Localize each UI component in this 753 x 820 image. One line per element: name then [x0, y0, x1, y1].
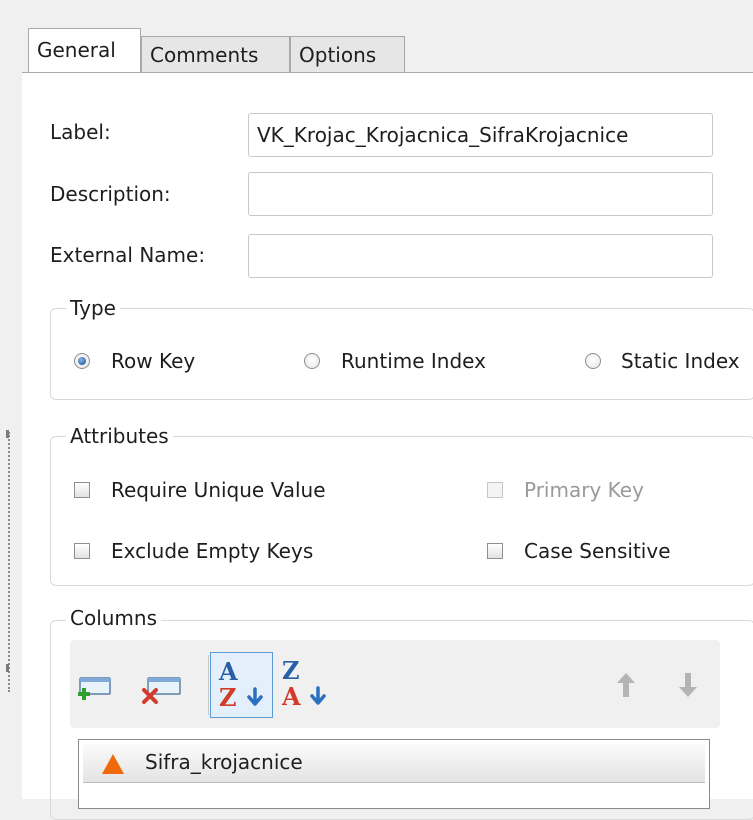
tab-comments[interactable]: Comments — [141, 36, 290, 72]
sort-descending-top-letter: Z — [282, 656, 300, 685]
sort-ascending-button[interactable]: A Z — [210, 652, 273, 718]
columns-group-title: Columns — [66, 606, 162, 630]
description-input[interactable] — [248, 172, 713, 216]
column-name: Sifra_krojacnice — [145, 750, 303, 774]
external-name-caption: External Name: — [50, 243, 206, 267]
arrow-down-icon — [247, 687, 263, 706]
exclude-empty-keys-label[interactable]: Exclude Empty Keys — [111, 539, 313, 563]
sort-ascending-bottom-letter: Z — [219, 683, 237, 712]
sort-ascending-top-letter: A — [219, 657, 238, 686]
sash-tick — [6, 430, 9, 438]
move-down-icon[interactable] — [676, 670, 700, 700]
radio-static-index[interactable] — [585, 353, 601, 369]
arrow-down-icon — [310, 686, 326, 705]
radio-runtime-index-label[interactable]: Runtime Index — [341, 349, 486, 373]
primary-key-checkbox — [487, 482, 503, 498]
case-sensitive-label[interactable]: Case Sensitive — [524, 539, 671, 563]
exclude-empty-keys-checkbox[interactable] — [74, 543, 90, 559]
require-unique-label[interactable]: Require Unique Value — [111, 478, 326, 502]
remove-column-icon[interactable] — [140, 670, 186, 710]
sort-descending-bottom-letter: A — [282, 682, 301, 711]
label-input[interactable] — [248, 113, 713, 157]
attributes-group-title: Attributes — [66, 424, 173, 448]
sash-grip[interactable] — [8, 432, 10, 692]
table-row[interactable]: Sifra_krojacnice — [83, 744, 705, 783]
sash-tick — [6, 664, 9, 672]
left-sash[interactable] — [0, 0, 22, 799]
attributes-group — [50, 436, 753, 586]
type-group-title: Type — [66, 296, 120, 320]
radio-row-key[interactable] — [74, 353, 90, 369]
primary-key-label: Primary Key — [524, 478, 644, 502]
description-caption: Description: — [50, 182, 171, 206]
warning-triangle-icon — [102, 754, 124, 774]
tab-general[interactable]: General — [28, 28, 141, 72]
radio-static-index-label[interactable]: Static Index — [621, 349, 740, 373]
sort-descending-button[interactable]: Z A — [276, 652, 338, 718]
add-column-icon[interactable] — [74, 670, 114, 710]
tab-strip-border — [22, 72, 753, 73]
toolbar-separator — [208, 655, 209, 715]
require-unique-checkbox[interactable] — [74, 482, 90, 498]
radio-row-key-label[interactable]: Row Key — [111, 349, 195, 373]
move-up-icon[interactable] — [614, 670, 638, 700]
label-caption: Label: — [50, 120, 111, 144]
tab-options[interactable]: Options — [290, 36, 405, 72]
radio-runtime-index[interactable] — [304, 353, 320, 369]
external-name-input[interactable] — [248, 234, 713, 278]
case-sensitive-checkbox[interactable] — [487, 543, 503, 559]
